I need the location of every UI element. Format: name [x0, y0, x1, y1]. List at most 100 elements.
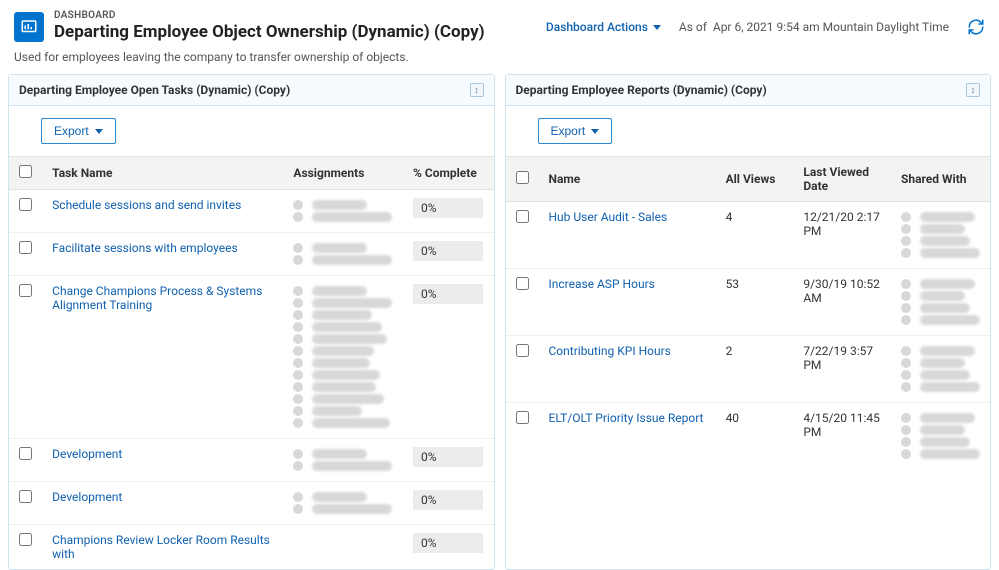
row-checkbox[interactable] [516, 210, 529, 223]
redacted-person [901, 449, 980, 459]
pct-complete-cell: 0% [403, 525, 494, 570]
all-views-cell: 40 [716, 403, 794, 470]
redacted-person [901, 382, 980, 392]
dashboard-actions-dropdown[interactable]: Dashboard Actions [546, 20, 661, 34]
report-name-link[interactable]: Increase ASP Hours [539, 269, 716, 336]
redacted-person [901, 291, 980, 301]
assignments-cell [283, 190, 403, 233]
chevron-down-icon [653, 25, 661, 30]
redacted-person [293, 504, 393, 514]
assignments-cell [283, 525, 403, 570]
pct-complete-cell: 0% [403, 233, 494, 276]
redacted-person [293, 298, 393, 308]
panel-collapse-toggle[interactable]: ↕ [470, 83, 484, 97]
report-name-link[interactable]: ELT/OLT Priority Issue Report [539, 403, 716, 470]
task-name-link[interactable]: Schedule sessions and send invites [42, 190, 283, 233]
select-all-checkbox[interactable] [516, 171, 529, 184]
assignments-cell [283, 276, 403, 439]
redacted-person [293, 286, 393, 296]
column-header-last-viewed[interactable]: Last Viewed Date [793, 157, 891, 202]
redacted-person [901, 413, 980, 423]
task-name-link[interactable]: Champions Review Locker Room Results wit… [42, 525, 283, 570]
select-all-checkbox[interactable] [19, 165, 32, 178]
tasks-table: Task Name Assignments % Complete Schedul… [9, 156, 494, 569]
redacted-person [901, 248, 980, 258]
pct-complete-cell: 0% [403, 482, 494, 525]
page-subtitle: Used for employees leaving the company t… [0, 48, 999, 74]
last-viewed-cell: 9/30/19 10:52 AM [793, 269, 891, 336]
report-name-link[interactable]: Hub User Audit - Sales [539, 202, 716, 269]
report-name-link[interactable]: Contributing KPI Hours [539, 336, 716, 403]
redacted-person [293, 370, 393, 380]
all-views-cell: 53 [716, 269, 794, 336]
chevron-down-icon [95, 129, 103, 134]
redacted-person [901, 236, 980, 246]
table-row: Schedule sessions and send invites0% [9, 190, 494, 233]
row-checkbox[interactable] [516, 277, 529, 290]
dashboard-app-icon [14, 12, 44, 42]
assignments-cell [283, 482, 403, 525]
redacted-person [293, 449, 393, 459]
table-row: ELT/OLT Priority Issue Report404/15/20 1… [506, 403, 991, 470]
column-header-assignments[interactable]: Assignments [283, 157, 403, 190]
open-tasks-panel: Departing Employee Open Tasks (Dynamic) … [8, 74, 495, 570]
redacted-person [293, 310, 393, 320]
redacted-person [293, 243, 393, 253]
redacted-person [901, 315, 980, 325]
table-row: Champions Review Locker Room Results wit… [9, 525, 494, 570]
export-label: Export [551, 124, 586, 138]
redacted-person [293, 492, 393, 502]
table-row: Increase ASP Hours539/30/19 10:52 AM [506, 269, 991, 336]
shared-with-cell [891, 269, 990, 336]
last-viewed-cell: 4/15/20 11:45 PM [793, 403, 891, 470]
row-checkbox[interactable] [19, 533, 32, 546]
redacted-person [293, 394, 393, 404]
redacted-person [901, 358, 980, 368]
redacted-person [293, 334, 393, 344]
row-checkbox[interactable] [516, 411, 529, 424]
export-label: Export [54, 124, 89, 138]
redacted-person [293, 322, 393, 332]
row-checkbox[interactable] [19, 198, 32, 211]
column-header-all-views[interactable]: All Views [716, 157, 794, 202]
row-checkbox[interactable] [19, 447, 32, 460]
dashboard-actions-label: Dashboard Actions [546, 20, 648, 34]
reports-table: Name All Views Last Viewed Date Shared W… [506, 156, 991, 469]
table-row: Change Champions Process & Systems Align… [9, 276, 494, 439]
page-title: Departing Employee Object Ownership (Dyn… [54, 22, 546, 42]
column-header-pct-complete[interactable]: % Complete [403, 157, 494, 190]
pct-complete-cell: 0% [403, 439, 494, 482]
timestamp: As of Apr 6, 2021 9:54 am Mountain Dayli… [679, 20, 949, 34]
refresh-icon[interactable] [967, 18, 985, 36]
export-button[interactable]: Export [538, 118, 613, 144]
task-name-link[interactable]: Development [42, 439, 283, 482]
shared-with-cell [891, 336, 990, 403]
redacted-person [901, 212, 980, 222]
all-views-cell: 2 [716, 336, 794, 403]
row-checkbox[interactable] [19, 241, 32, 254]
redacted-person [293, 200, 393, 210]
reports-panel-title: Departing Employee Reports (Dynamic) (Co… [516, 83, 767, 97]
assignments-cell [283, 233, 403, 276]
redacted-person [293, 255, 393, 265]
task-name-link[interactable]: Development [42, 482, 283, 525]
redacted-person [293, 461, 393, 471]
panel-collapse-toggle[interactable]: ↕ [966, 83, 980, 97]
last-viewed-cell: 7/22/19 3:57 PM [793, 336, 891, 403]
redacted-person [901, 346, 980, 356]
column-header-shared-with[interactable]: Shared With [891, 157, 990, 202]
redacted-person [901, 224, 980, 234]
task-name-link[interactable]: Facilitate sessions with employees [42, 233, 283, 276]
redacted-person [901, 425, 980, 435]
row-checkbox[interactable] [19, 284, 32, 297]
export-button[interactable]: Export [41, 118, 116, 144]
table-row: Facilitate sessions with employees 0% [9, 233, 494, 276]
redacted-person [901, 279, 980, 289]
task-name-link[interactable]: Change Champions Process & Systems Align… [42, 276, 283, 439]
column-header-name[interactable]: Name [539, 157, 716, 202]
assignments-cell [283, 439, 403, 482]
table-row: Development 0% [9, 482, 494, 525]
row-checkbox[interactable] [516, 344, 529, 357]
column-header-task-name[interactable]: Task Name [42, 157, 283, 190]
row-checkbox[interactable] [19, 490, 32, 503]
